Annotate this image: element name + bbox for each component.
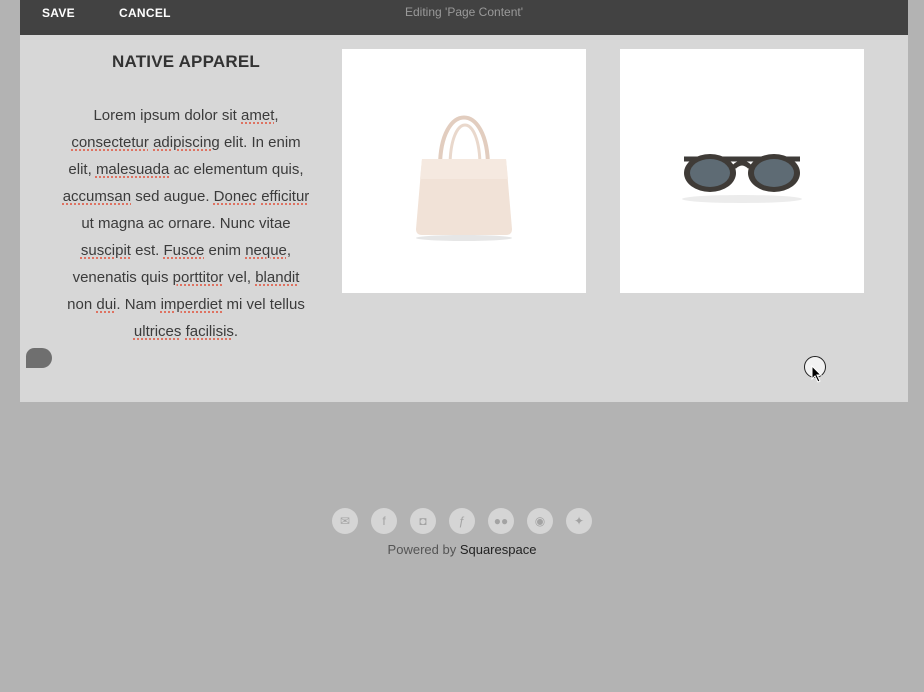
editing-status: Editing 'Page Content' [405,5,523,19]
paragraph-text: est. [130,242,164,259]
flickr-icon[interactable]: ●● [488,508,514,534]
paragraph-text: , [274,107,279,124]
paragraph-text: non [67,296,97,313]
sunglasses-image[interactable] [620,49,864,293]
paragraph-text: vel, [223,269,256,286]
spellcheck-word: accumsan [62,188,132,205]
paragraph-text: ut magna ac ornare. Nunc vitae [81,215,291,232]
tote-bag-icon [416,115,512,241]
powered-prefix: Powered by [387,542,460,557]
paragraph-text: ac elementum quis, [169,161,304,178]
facebook-icon[interactable]: f [371,508,397,534]
sunglasses-icon [682,154,802,203]
twitter-icon[interactable]: ✦ [566,508,592,534]
paragraph-text: enim [204,242,246,259]
spellcheck-word: Fusce [163,242,205,259]
spellcheck-word: ultrices [133,323,182,340]
spellcheck-word: neque [245,242,287,259]
site-footer: ✉ f ◘ ƒ ●● ◉ ✦ Powered by Squarespace [0,508,924,557]
spellcheck-word: porttitor [172,269,224,286]
spellcheck-word: imperdiet [160,296,223,313]
page-content-editor[interactable]: NATIVE APPAREL Lorem ipsum dolor sit ame… [20,35,908,402]
spellcheck-word: efficitur [261,188,310,205]
spellcheck-word: adipiscing [153,134,220,151]
paragraph-text: . Nam [116,296,161,313]
dribbble-icon[interactable]: ◉ [527,508,553,534]
spellcheck-word: consectetur [71,134,149,151]
page-heading[interactable]: NATIVE APPAREL [56,52,316,72]
left-margin [0,0,20,402]
body-paragraph[interactable]: Lorem ipsum dolor sit amet, consectetur … [60,102,312,345]
spellcheck-word: Donec [213,188,258,205]
instagram-icon[interactable]: ◘ [410,508,436,534]
spellcheck-word: facilisis [185,323,234,340]
email-icon[interactable]: ✉ [332,508,358,534]
spellcheck-word: amet [241,107,275,124]
spellcheck-word: dui [96,296,117,313]
powered-by: Powered by Squarespace [0,542,924,557]
right-margin [908,0,924,402]
paragraph-text: . [233,323,239,340]
spellcheck-word: blandit [255,269,300,286]
spellcheck-word: suscipit [80,242,131,259]
editor-toolbar: SAVE CANCEL Editing 'Page Content' [20,0,908,35]
paragraph-text: Lorem ipsum dolor sit [93,107,242,124]
paragraph-text: mi vel tellus [222,296,305,313]
mouse-pointer-icon [811,365,823,383]
tote-bag-image[interactable] [342,49,586,293]
squarespace-link[interactable]: Squarespace [460,542,537,557]
spellcheck-word: malesuada [95,161,170,178]
social-links: ✉ f ◘ ƒ ●● ◉ ✦ [0,508,924,534]
block-drag-handle[interactable] [26,348,52,368]
foursquare-icon[interactable]: ƒ [449,508,475,534]
paragraph-text: sed augue. [131,188,214,205]
